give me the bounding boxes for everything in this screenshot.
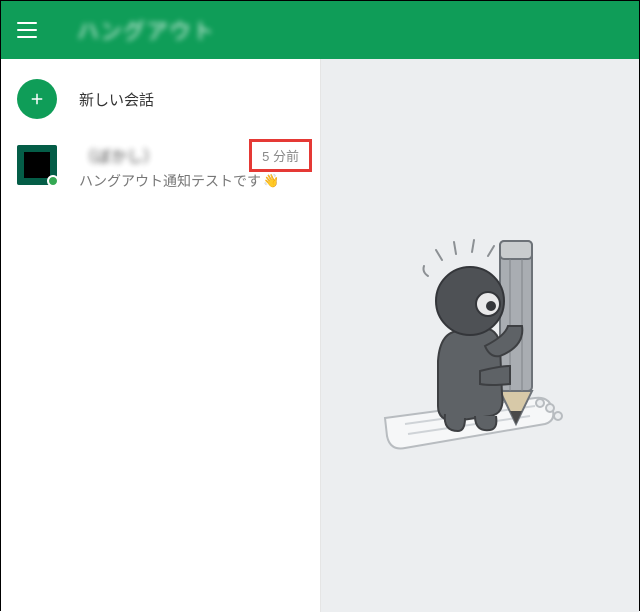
new-conversation-label: 新しい会話	[79, 89, 154, 110]
conversation-snippet: ハングアウト通知テストです 👋	[79, 171, 304, 191]
empty-state-illustration-icon	[350, 206, 610, 466]
conversation-item[interactable]: （ぼかし） ハングアウト通知テストです 👋 5 分前	[1, 137, 320, 201]
wave-emoji-icon: 👋	[263, 173, 279, 189]
empty-state-pane	[321, 59, 639, 612]
presence-indicator-icon	[47, 175, 59, 187]
avatar	[17, 145, 57, 185]
app-header: ハングアウト	[1, 1, 639, 59]
main-body: 新しい会話 （ぼかし） ハングアウト通知テストです 👋 5 分前	[1, 59, 639, 612]
conversation-timestamp: 5 分前	[249, 139, 312, 172]
menu-icon[interactable]	[17, 16, 45, 44]
app-title: ハングアウト	[77, 14, 215, 46]
conversation-list-pane: 新しい会話 （ぼかし） ハングアウト通知テストです 👋 5 分前	[1, 59, 321, 612]
plus-icon	[17, 79, 57, 119]
new-conversation-button[interactable]: 新しい会話	[1, 59, 320, 137]
